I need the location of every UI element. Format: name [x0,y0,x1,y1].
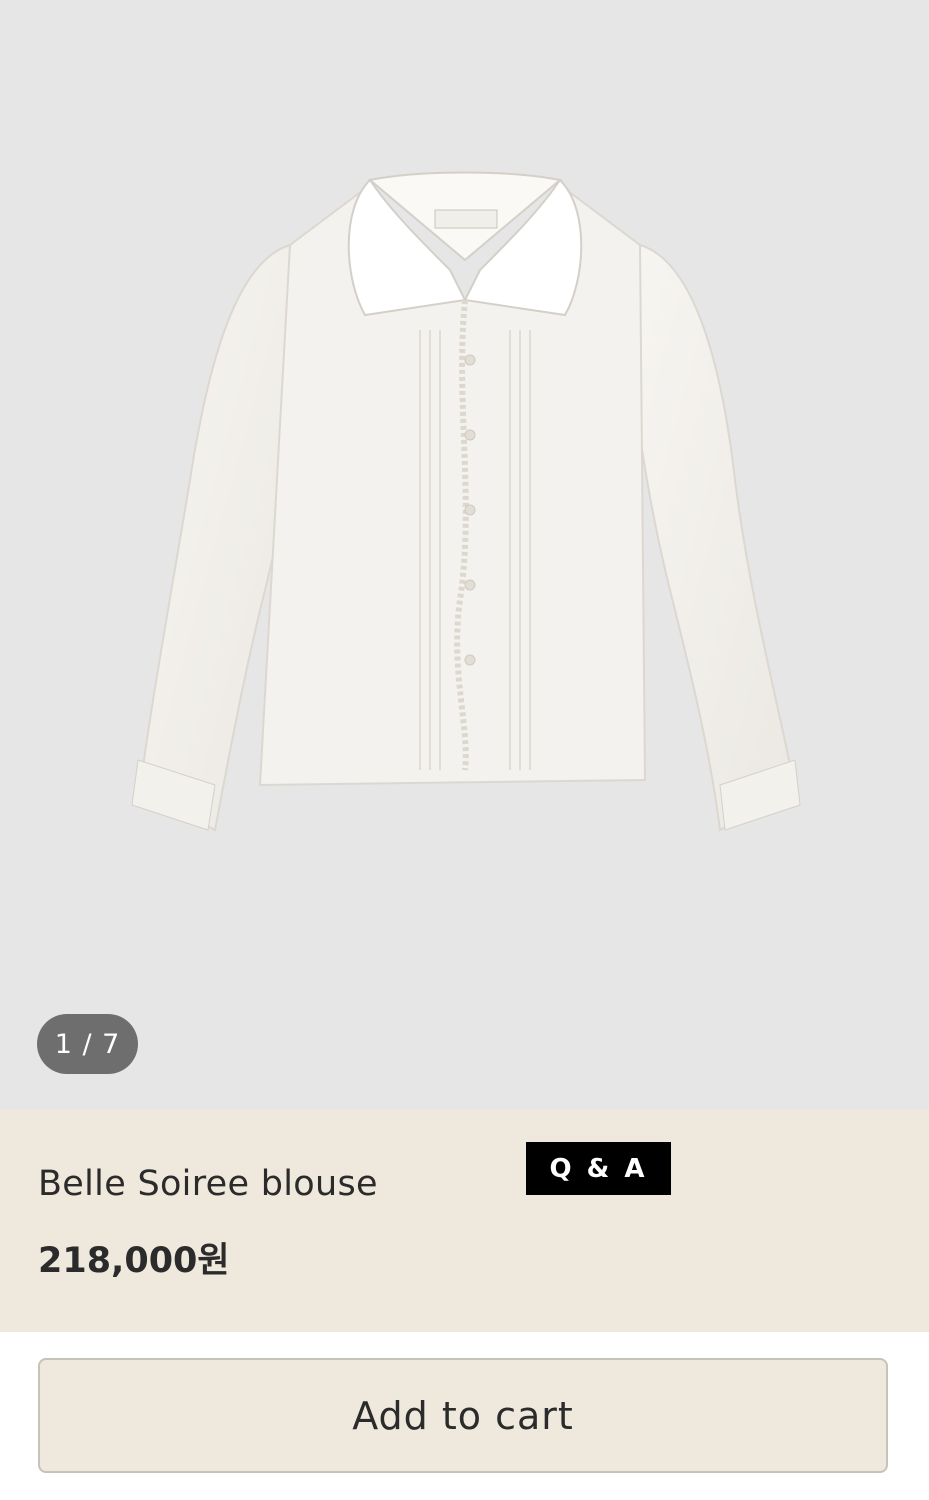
product-price: 218,000원 [38,1241,230,1281]
product-image [131,171,801,832]
product-title: Belle Soiree blouse [38,1164,378,1204]
image-counter: 1 / 7 [37,1014,138,1074]
product-image-gallery[interactable]: 1 / 7 [0,0,929,1110]
product-info-panel [0,1110,929,1332]
add-to-cart-button[interactable]: Add to cart [38,1358,888,1473]
qa-button[interactable]: Q & A [526,1142,671,1195]
